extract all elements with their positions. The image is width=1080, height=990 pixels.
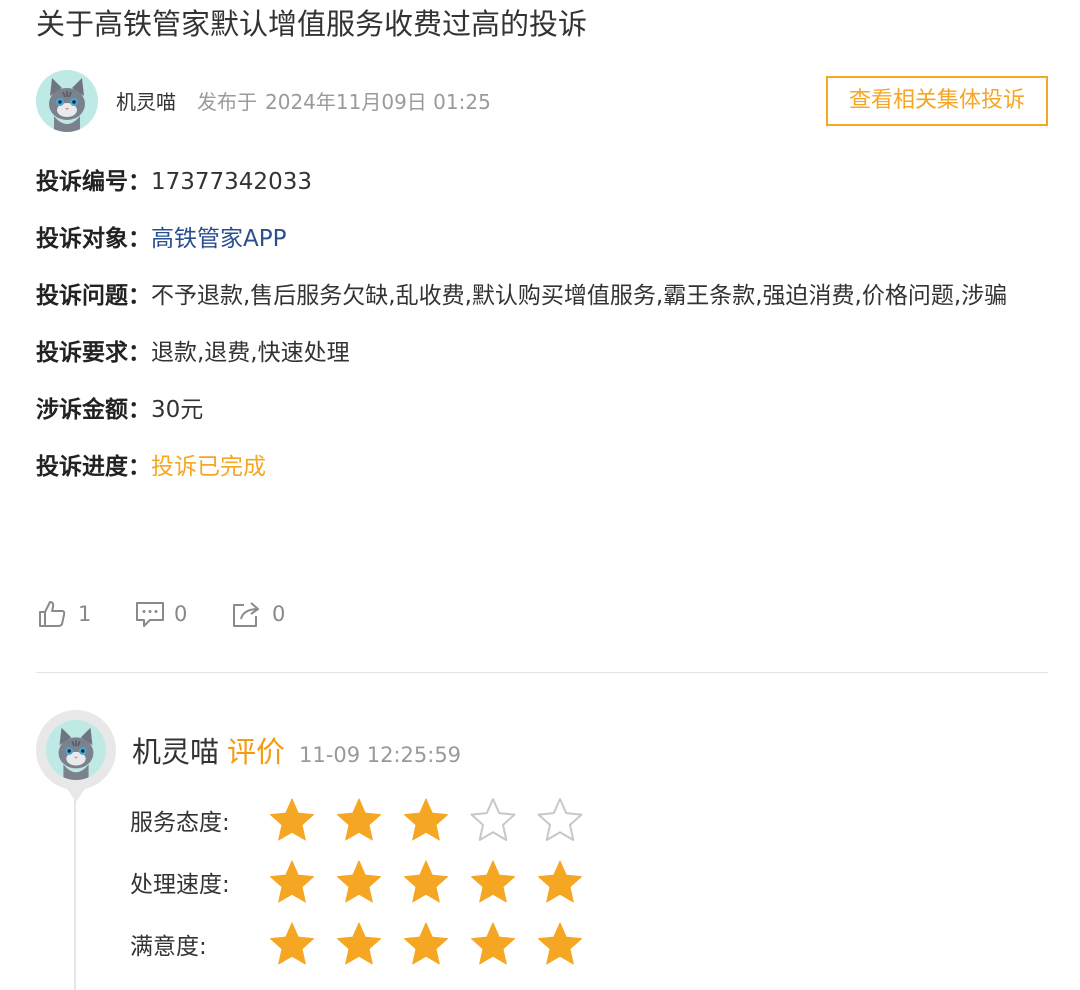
progress-status: 投诉已完成: [151, 454, 266, 480]
rating-row-satisfaction: 满意度:: [130, 916, 600, 978]
field-value: 不予退款,售后服务欠缺,乱收费,默认购买增值服务,霸王条款,强迫消费,价格问题,…: [151, 283, 1008, 309]
star-filled-icon: [337, 922, 381, 965]
complaint-fields: 投诉编号：17377342033 投诉对象：高铁管家APP 投诉问题：不予退款,…: [36, 154, 1036, 496]
cat-avatar-icon: [36, 70, 98, 132]
review-time: 11-09 12:25:59: [299, 743, 462, 767]
ratings: 服务态度: 处理速度: 满意度:: [130, 792, 600, 978]
like-count: 1: [78, 602, 92, 626]
field-amount: 涉诉金额：30元: [36, 382, 1036, 439]
field-complaint-demands: 投诉要求：退款,退费,快速处理: [36, 325, 1036, 382]
thumbs-up-icon: [39, 601, 66, 627]
share-icon: [233, 602, 259, 627]
star-empty-icon: [537, 798, 583, 841]
star-filled-icon: [270, 860, 314, 903]
star-filled-icon: [538, 860, 582, 903]
author-row: 机灵喵 发布于 2024年11月09日 01:25 查看相关集体投诉: [36, 70, 1048, 134]
author-avatar[interactable]: [36, 70, 98, 132]
timeline-node-tip: [64, 784, 88, 802]
star-filled-icon: [471, 860, 515, 903]
publish-prefix: 发布于: [197, 90, 257, 114]
field-label: 投诉问题：: [36, 283, 151, 309]
author-name[interactable]: 机灵喵: [116, 88, 176, 116]
star-filled-icon: [270, 798, 314, 841]
star-filled-icon: [404, 922, 448, 965]
reviewer-avatar[interactable]: [46, 720, 106, 780]
star-empty-icon: [470, 798, 516, 841]
complaint-target-link[interactable]: 高铁管家APP: [151, 226, 286, 252]
complaint-page: 关于高铁管家默认增值服务收费过高的投诉 机灵喵 发布于 2024年11月09日 0…: [0, 0, 1080, 990]
like-button[interactable]: 1: [36, 596, 96, 632]
timeline-line: [74, 800, 76, 990]
publish-info: 发布于 2024年11月09日 01:25: [197, 88, 499, 116]
field-label: 投诉编号：: [36, 169, 151, 195]
review-header: 机灵喵 评价 11-09 12:25:59: [132, 730, 461, 774]
section-divider: [36, 672, 1048, 673]
star-filled-icon: [337, 798, 381, 841]
comment-button[interactable]: 0: [134, 596, 194, 632]
field-progress: 投诉进度：投诉已完成: [36, 439, 1036, 496]
publish-time: 2024年11月09日 01:25: [265, 90, 491, 114]
field-complaint-issues: 投诉问题：不予退款,售后服务欠缺,乱收费,默认购买增值服务,霸王条款,强迫消费,…: [36, 268, 1036, 325]
field-value: 退款,退费,快速处理: [151, 340, 350, 366]
field-value: 17377342033: [151, 169, 312, 195]
action-bar: 1 0 0: [36, 596, 436, 632]
comment-icon: [136, 602, 164, 627]
rating-label: 满意度:: [130, 934, 207, 960]
field-complaint-target: 投诉对象：高铁管家APP: [36, 211, 1036, 268]
star-filled-icon: [404, 798, 448, 841]
reviewer-name[interactable]: 机灵喵: [132, 735, 219, 769]
rating-label: 服务态度:: [130, 810, 230, 836]
share-count: 0: [272, 602, 286, 626]
star-filled-icon: [270, 922, 314, 965]
rating-row-speed: 处理速度:: [130, 854, 600, 916]
review-tag: 评价: [227, 735, 286, 769]
field-complaint-number: 投诉编号：17377342033: [36, 154, 1036, 211]
star-filled-icon: [404, 860, 448, 903]
share-button[interactable]: 0: [230, 596, 290, 632]
star-filled-icon: [538, 922, 582, 965]
star-filled-icon: [471, 922, 515, 965]
field-value: 30元: [151, 397, 204, 423]
view-collective-complaints-button[interactable]: 查看相关集体投诉: [826, 76, 1048, 126]
rating-row-service: 服务态度:: [130, 792, 600, 854]
field-label: 投诉对象：: [36, 226, 151, 252]
field-label: 投诉进度：: [36, 454, 151, 480]
star-filled-icon: [337, 860, 381, 903]
field-label: 涉诉金额：: [36, 397, 151, 423]
comment-count: 0: [174, 602, 188, 626]
field-label: 投诉要求：: [36, 340, 151, 366]
cat-avatar-icon: [46, 720, 106, 780]
rating-label: 处理速度:: [130, 872, 230, 898]
page-title: 关于高铁管家默认增值服务收费过高的投诉: [36, 7, 588, 41]
